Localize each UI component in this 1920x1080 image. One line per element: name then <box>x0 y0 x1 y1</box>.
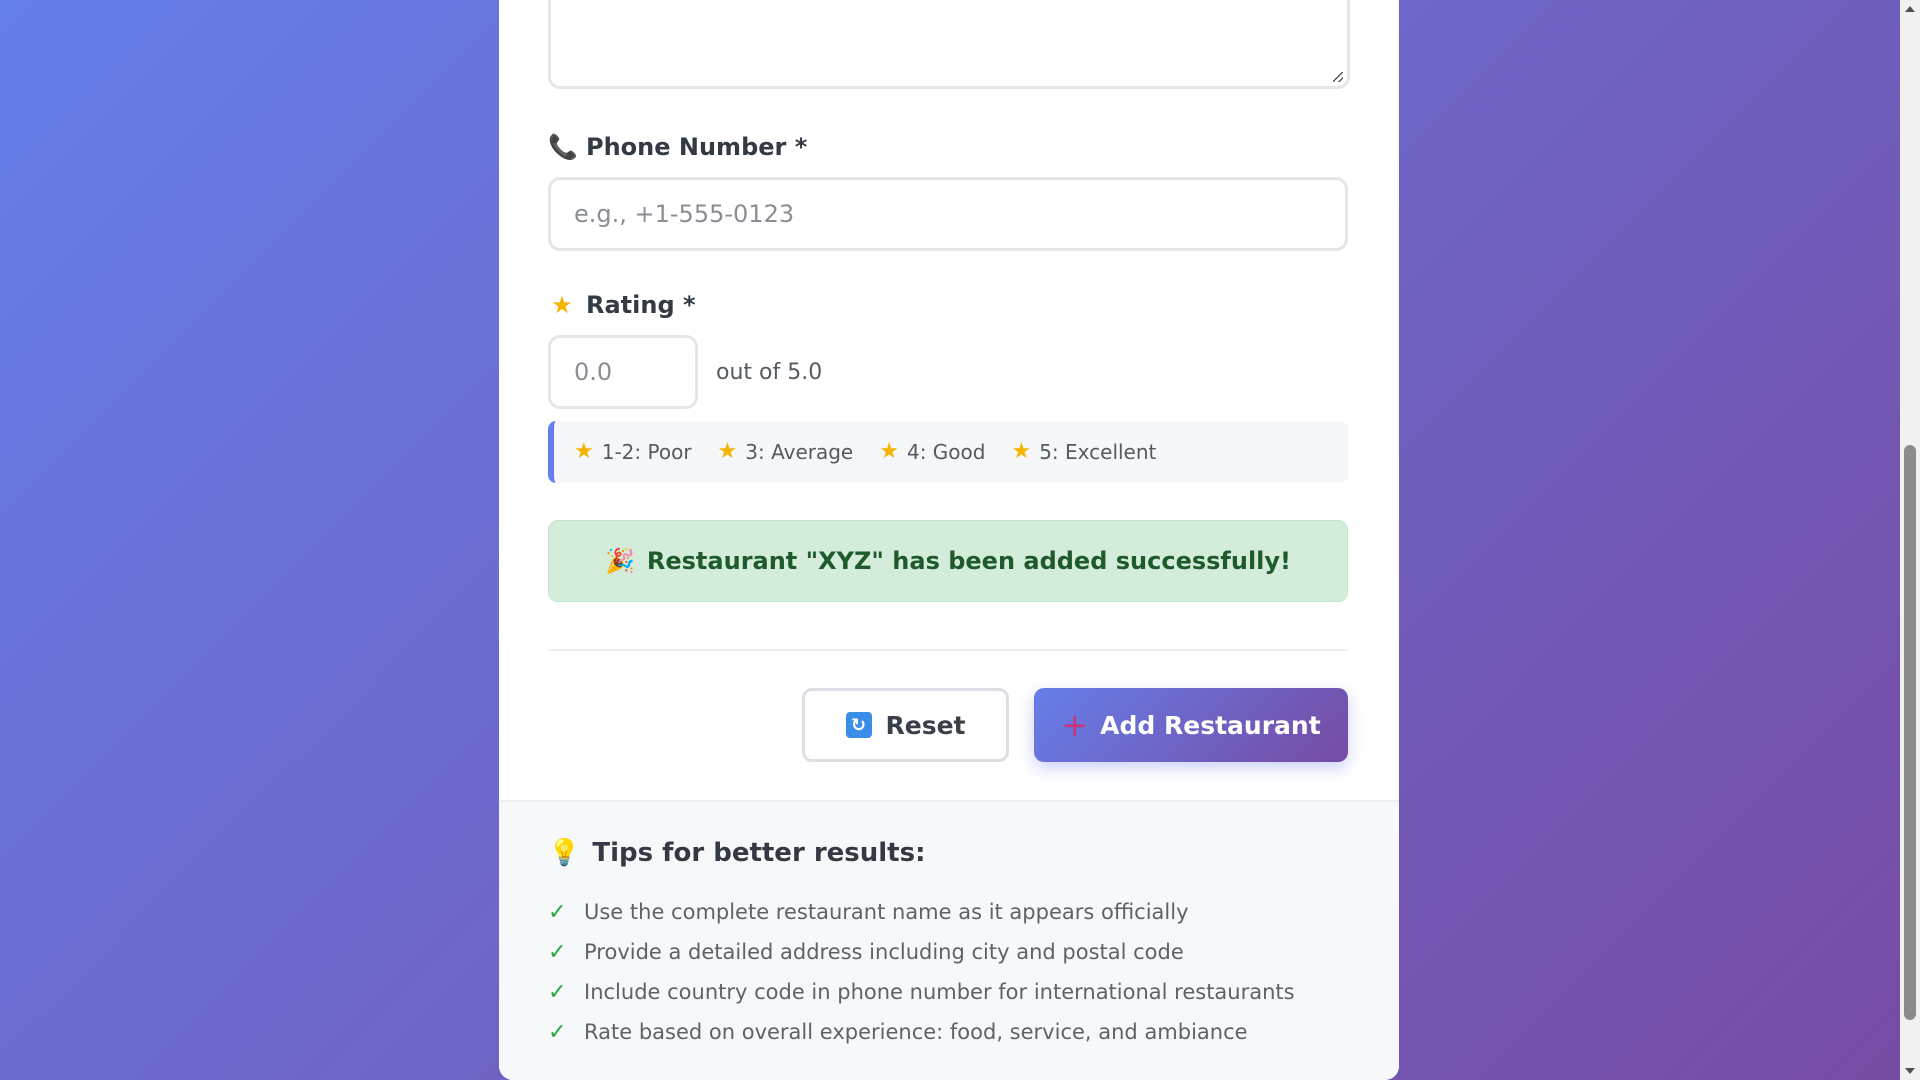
scroll-down-arrow-icon[interactable] <box>1905 1068 1915 1074</box>
legend-item: ★ 1-2: Poor <box>574 440 692 464</box>
rating-label: ★ Rating * <box>548 291 1350 319</box>
legend-label: 3: Average <box>745 440 854 464</box>
list-item: ✓ Include country code in phone number f… <box>548 972 1350 1012</box>
reset-button[interactable]: ↻ Reset <box>802 688 1009 762</box>
phone-label-text: Phone Number * <box>586 133 808 161</box>
add-restaurant-card: 📞 Phone Number * ★ Rating * out of 5.0 ★… <box>499 0 1399 1080</box>
refresh-icon: ↻ <box>845 712 872 738</box>
rating-suffix: out of 5.0 <box>716 359 823 385</box>
legend-label: 4: Good <box>906 440 986 464</box>
rating-label-text: Rating * <box>586 291 696 319</box>
tips-list: ✓ Use the complete restaurant name as it… <box>548 892 1350 1052</box>
phone-input[interactable] <box>548 177 1348 251</box>
party-popper-icon: 🎉 <box>605 547 635 575</box>
tips-title: 💡 Tips for better results: <box>548 838 1350 868</box>
list-item: ✓ Rate based on overall experience: food… <box>548 1012 1350 1052</box>
list-item: ✓ Use the complete restaurant name as it… <box>548 892 1350 932</box>
tip-text: Provide a detailed address including cit… <box>584 940 1184 964</box>
legend-item: ★ 3: Average <box>718 440 854 464</box>
legend-label: 5: Excellent <box>1039 440 1157 464</box>
check-icon: ✓ <box>548 979 567 1005</box>
restaurant-form: 📞 Phone Number * ★ Rating * out of 5.0 ★… <box>499 0 1399 762</box>
scrollbar-thumb[interactable] <box>1904 445 1916 1020</box>
address-textarea[interactable] <box>548 0 1350 89</box>
phone-label: 📞 Phone Number * <box>548 133 1350 161</box>
legend-item: ★ 4: Good <box>879 440 985 464</box>
lightbulb-icon: 💡 <box>548 838 581 868</box>
star-icon: ★ <box>574 439 594 464</box>
check-icon: ✓ <box>548 939 567 965</box>
reset-button-label: Reset <box>885 710 966 740</box>
tip-text: Include country code in phone number for… <box>584 980 1295 1004</box>
legend-label: 1-2: Poor <box>601 440 692 464</box>
resize-handle-icon[interactable] <box>1333 72 1343 82</box>
add-restaurant-button-label: Add Restaurant <box>1100 710 1321 740</box>
divider <box>548 649 1348 651</box>
add-restaurant-button[interactable]: + Add Restaurant <box>1034 688 1348 762</box>
plus-icon: + <box>1061 706 1089 744</box>
tips-title-text: Tips for better results: <box>592 838 926 868</box>
legend-item: ★ 5: Excellent <box>1011 440 1156 464</box>
star-icon: ★ <box>879 439 899 464</box>
check-icon: ✓ <box>548 1019 567 1045</box>
rating-legend: ★ 1-2: Poor ★ 3: Average ★ 4: Good ★ 5: … <box>548 421 1348 483</box>
star-icon: ★ <box>717 439 738 464</box>
form-actions: ↻ Reset + Add Restaurant <box>548 688 1348 762</box>
star-icon: ★ <box>1011 439 1032 464</box>
phone-icon: 📞 <box>548 133 578 161</box>
scroll-up-arrow-icon[interactable] <box>1905 6 1915 12</box>
tip-text: Use the complete restaurant name as it a… <box>584 900 1189 924</box>
success-alert: 🎉 Restaurant "XYZ" has been added succes… <box>548 520 1348 602</box>
page-scrollbar[interactable] <box>1900 0 1920 1080</box>
list-item: ✓ Provide a detailed address including c… <box>548 932 1350 972</box>
star-icon: ★ <box>551 291 573 319</box>
check-icon: ✓ <box>548 899 567 925</box>
tips-panel: 💡 Tips for better results: ✓ Use the com… <box>499 800 1399 1080</box>
rating-row: out of 5.0 <box>548 335 1350 409</box>
success-message: Restaurant "XYZ" has been added successf… <box>646 547 1291 575</box>
tip-text: Rate based on overall experience: food, … <box>584 1020 1248 1044</box>
rating-input[interactable] <box>548 335 698 409</box>
